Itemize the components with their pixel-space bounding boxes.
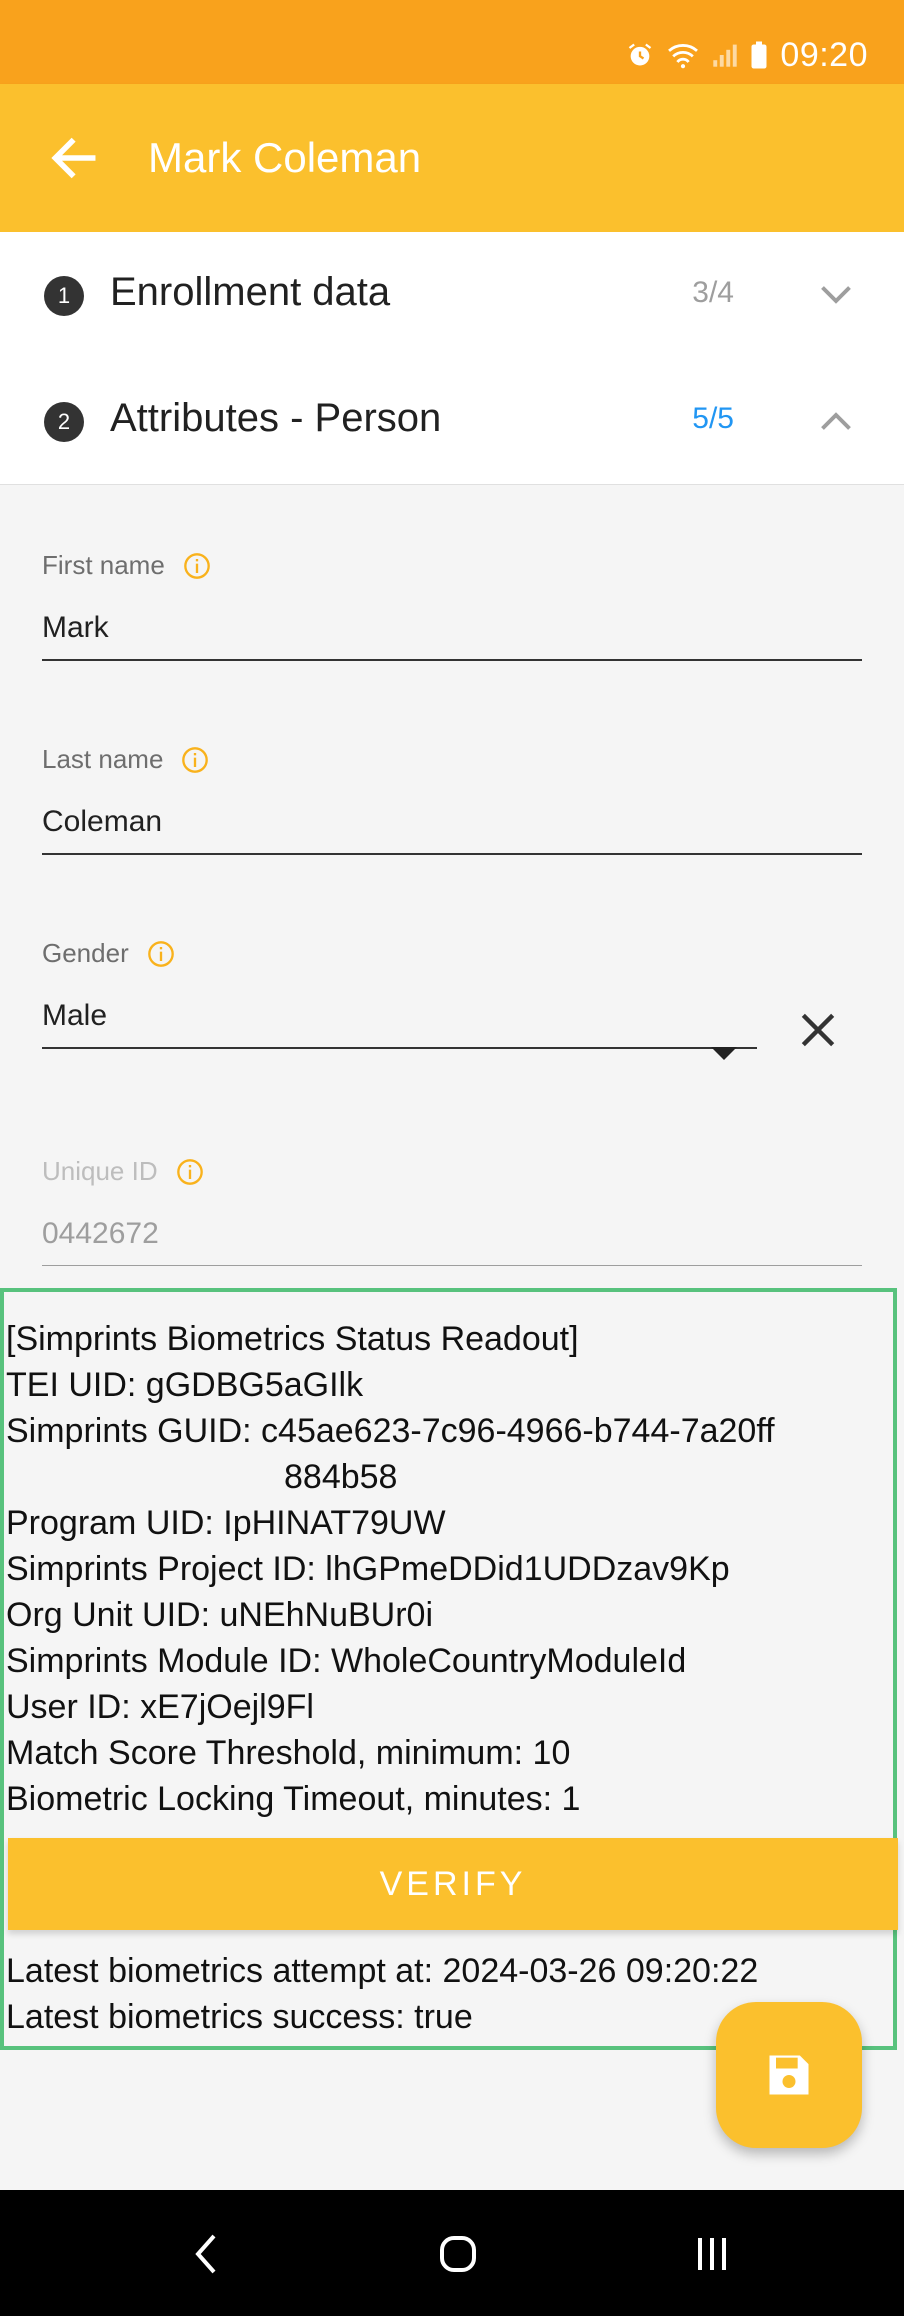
section-enrollment-data[interactable]: 1 Enrollment data 3/4 bbox=[0, 232, 904, 358]
last-name-label-row: Last name bbox=[42, 744, 862, 775]
alarm-icon bbox=[629, 43, 652, 66]
last-name-field[interactable]: Last name Coleman bbox=[42, 744, 862, 855]
system-nav-bar bbox=[0, 2190, 904, 2316]
signal-icon bbox=[713, 44, 738, 67]
section-count: 3/4 bbox=[692, 276, 734, 309]
wifi-icon bbox=[668, 44, 699, 69]
field-underline bbox=[42, 1265, 862, 1266]
save-button[interactable] bbox=[716, 2002, 862, 2148]
project-id: Simprints Project ID: lhGPmeDDid1UDDzav9… bbox=[6, 1550, 730, 1588]
field-label: Last name bbox=[42, 744, 164, 774]
module-id: Simprints Module ID: WholeCountryModuleI… bbox=[6, 1642, 687, 1680]
field-label: First name bbox=[42, 550, 165, 580]
field-underline bbox=[42, 659, 862, 661]
status-bar: 09:20 bbox=[0, 0, 904, 84]
status-time: 09:20 bbox=[780, 35, 868, 74]
biometrics-header: [Simprints Biometrics Status Readout] bbox=[6, 1320, 579, 1358]
first-name-field[interactable]: First name Mark bbox=[42, 550, 862, 661]
dropdown-arrow-icon[interactable] bbox=[711, 1047, 737, 1060]
gender-select-value: Male bbox=[42, 999, 108, 1032]
field-label: Gender bbox=[42, 938, 129, 968]
latest-attempt: Latest biometrics attempt at: 2024-03-26… bbox=[6, 1952, 759, 1990]
nav-recents-icon[interactable] bbox=[682, 2230, 742, 2278]
chevron-up-icon[interactable] bbox=[818, 406, 854, 436]
tei-uid: TEI UID: gGDBG5aGIlk bbox=[6, 1366, 364, 1404]
org-unit-uid: Org Unit UID: uNEhNuBUr0i bbox=[6, 1596, 434, 1634]
locking-timeout: Biometric Locking Timeout, minutes: 1 bbox=[6, 1780, 581, 1818]
first-name-label-row: First name bbox=[42, 550, 862, 581]
unique-id-label-row: Unique ID bbox=[42, 1156, 862, 1187]
field-underline bbox=[42, 853, 862, 855]
section-title: Enrollment data bbox=[110, 270, 391, 314]
last-name-input[interactable]: Coleman bbox=[42, 805, 862, 839]
status-icons bbox=[626, 40, 768, 70]
page-title: Mark Coleman bbox=[148, 134, 422, 181]
info-icon[interactable] bbox=[181, 746, 209, 774]
gender-field[interactable]: Gender Male bbox=[42, 938, 862, 1060]
user-id: User ID: xE7jOejl9Fl bbox=[6, 1688, 314, 1726]
nav-home-icon[interactable] bbox=[428, 2230, 488, 2278]
sections-list: 1 Enrollment data 3/4 2 Attributes - Per… bbox=[0, 232, 904, 484]
first-name-input[interactable]: Mark bbox=[42, 611, 862, 645]
biometrics-readout: [Simprints Biometrics Status Readout] TE… bbox=[6, 1316, 896, 1822]
section-title: Attributes - Person bbox=[110, 396, 442, 440]
unique-id-value: 0442672 bbox=[42, 1217, 159, 1250]
battery-icon bbox=[751, 41, 767, 69]
step-badge: 1 bbox=[44, 276, 84, 316]
match-threshold: Match Score Threshold, minimum: 10 bbox=[6, 1734, 571, 1772]
field-underline bbox=[42, 1047, 757, 1049]
save-icon bbox=[769, 2055, 809, 2095]
app-bar: Mark Coleman bbox=[0, 84, 904, 232]
biometrics-status-panel: [Simprints Biometrics Status Readout] TE… bbox=[0, 1288, 898, 2050]
back-arrow-icon[interactable] bbox=[44, 130, 104, 186]
field-label: Unique ID bbox=[42, 1156, 158, 1186]
simprints-guid-cont: 884b58 bbox=[284, 1458, 398, 1496]
simprints-guid: Simprints GUID: c45ae623-7c96-4966-b744-… bbox=[6, 1412, 775, 1450]
program-uid: Program UID: IpHINAT79UW bbox=[6, 1504, 446, 1542]
close-icon[interactable] bbox=[796, 1008, 840, 1052]
verify-button[interactable]: VERIFY bbox=[8, 1838, 898, 1930]
step-badge: 2 bbox=[44, 402, 84, 442]
info-icon[interactable] bbox=[147, 940, 175, 968]
unique-id-field: Unique ID 0442672 bbox=[42, 1156, 862, 1266]
info-icon[interactable] bbox=[183, 552, 211, 580]
gender-label-row: Gender bbox=[42, 938, 862, 969]
chevron-down-icon[interactable] bbox=[818, 280, 854, 310]
info-icon[interactable] bbox=[176, 1158, 204, 1186]
gender-select[interactable]: Male bbox=[42, 999, 757, 1060]
nav-back-icon[interactable] bbox=[178, 2230, 238, 2278]
section-count: 5/5 bbox=[692, 402, 734, 435]
section-attributes-person[interactable]: 2 Attributes - Person 5/5 bbox=[0, 358, 904, 484]
